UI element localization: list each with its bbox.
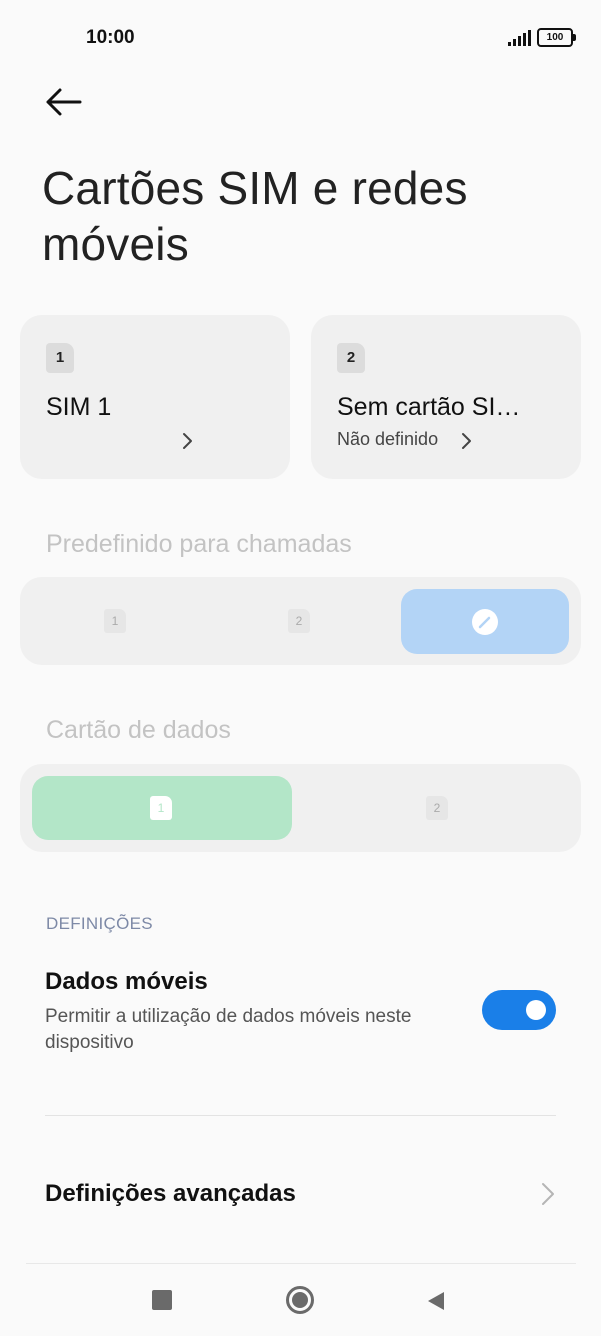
sim-card-1[interactable]: 1 SIM 1: [20, 315, 290, 479]
data-section-label: Cartão de dados: [46, 716, 231, 744]
sim-2-mini-badge: 2: [288, 609, 310, 633]
mobile-data-toggle[interactable]: [482, 990, 556, 1030]
calls-option-sim1[interactable]: 1: [80, 589, 210, 653]
calls-option-sim2[interactable]: 2: [233, 589, 363, 653]
chevron-right-icon: [462, 433, 471, 449]
battery-icon: 100: [537, 28, 576, 47]
sim-1-mini-badge: 1: [150, 796, 172, 820]
nav-separator: [26, 1263, 576, 1264]
data-selector: 1 2: [20, 764, 581, 852]
sim-card-2[interactable]: 2 Sem cartão SI… Não definido: [311, 315, 581, 479]
sim-2-mini-badge: 2: [426, 796, 448, 820]
divider: [45, 1115, 556, 1116]
sim-1-name: SIM 1: [46, 393, 112, 421]
page-title: Cartões SIM e redes móveis: [42, 162, 468, 270]
mobile-data-title: Dados móveis: [45, 968, 208, 995]
sim-1-mini-badge: 1: [104, 609, 126, 633]
chevron-right-icon: [183, 433, 192, 449]
pencil-icon: [472, 609, 498, 635]
status-icons: 100: [508, 28, 576, 47]
mobile-data-description: Permitir a utilização de dados móveis ne…: [45, 1006, 412, 1053]
recents-button[interactable]: [152, 1290, 172, 1310]
sim-2-status: Não definido: [337, 429, 439, 449]
status-time: 10:00: [86, 27, 135, 48]
chevron-right-icon: [542, 1183, 554, 1205]
data-option-sim2[interactable]: 2: [310, 776, 570, 840]
sim-1-badge: 1: [46, 343, 74, 373]
advanced-settings-item[interactable]: Definições avançadas: [45, 1180, 296, 1208]
toggle-knob: [526, 1000, 546, 1020]
home-button[interactable]: [286, 1286, 314, 1314]
back-arrow-icon: [46, 88, 82, 116]
back-button[interactable]: [44, 84, 84, 120]
settings-section-header: DEFINIÇÕES: [46, 914, 153, 933]
sim-2-badge: 2: [337, 343, 365, 373]
calls-section-label: Predefinido para chamadas: [46, 530, 352, 558]
nav-back-button[interactable]: [426, 1290, 446, 1312]
signal-icon: [508, 29, 531, 46]
calls-option-ask[interactable]: [401, 589, 569, 654]
calls-selector: 1 2: [20, 577, 581, 665]
data-option-sim1[interactable]: 1: [32, 776, 292, 840]
sim-2-name: Sem cartão SI…: [337, 393, 521, 421]
